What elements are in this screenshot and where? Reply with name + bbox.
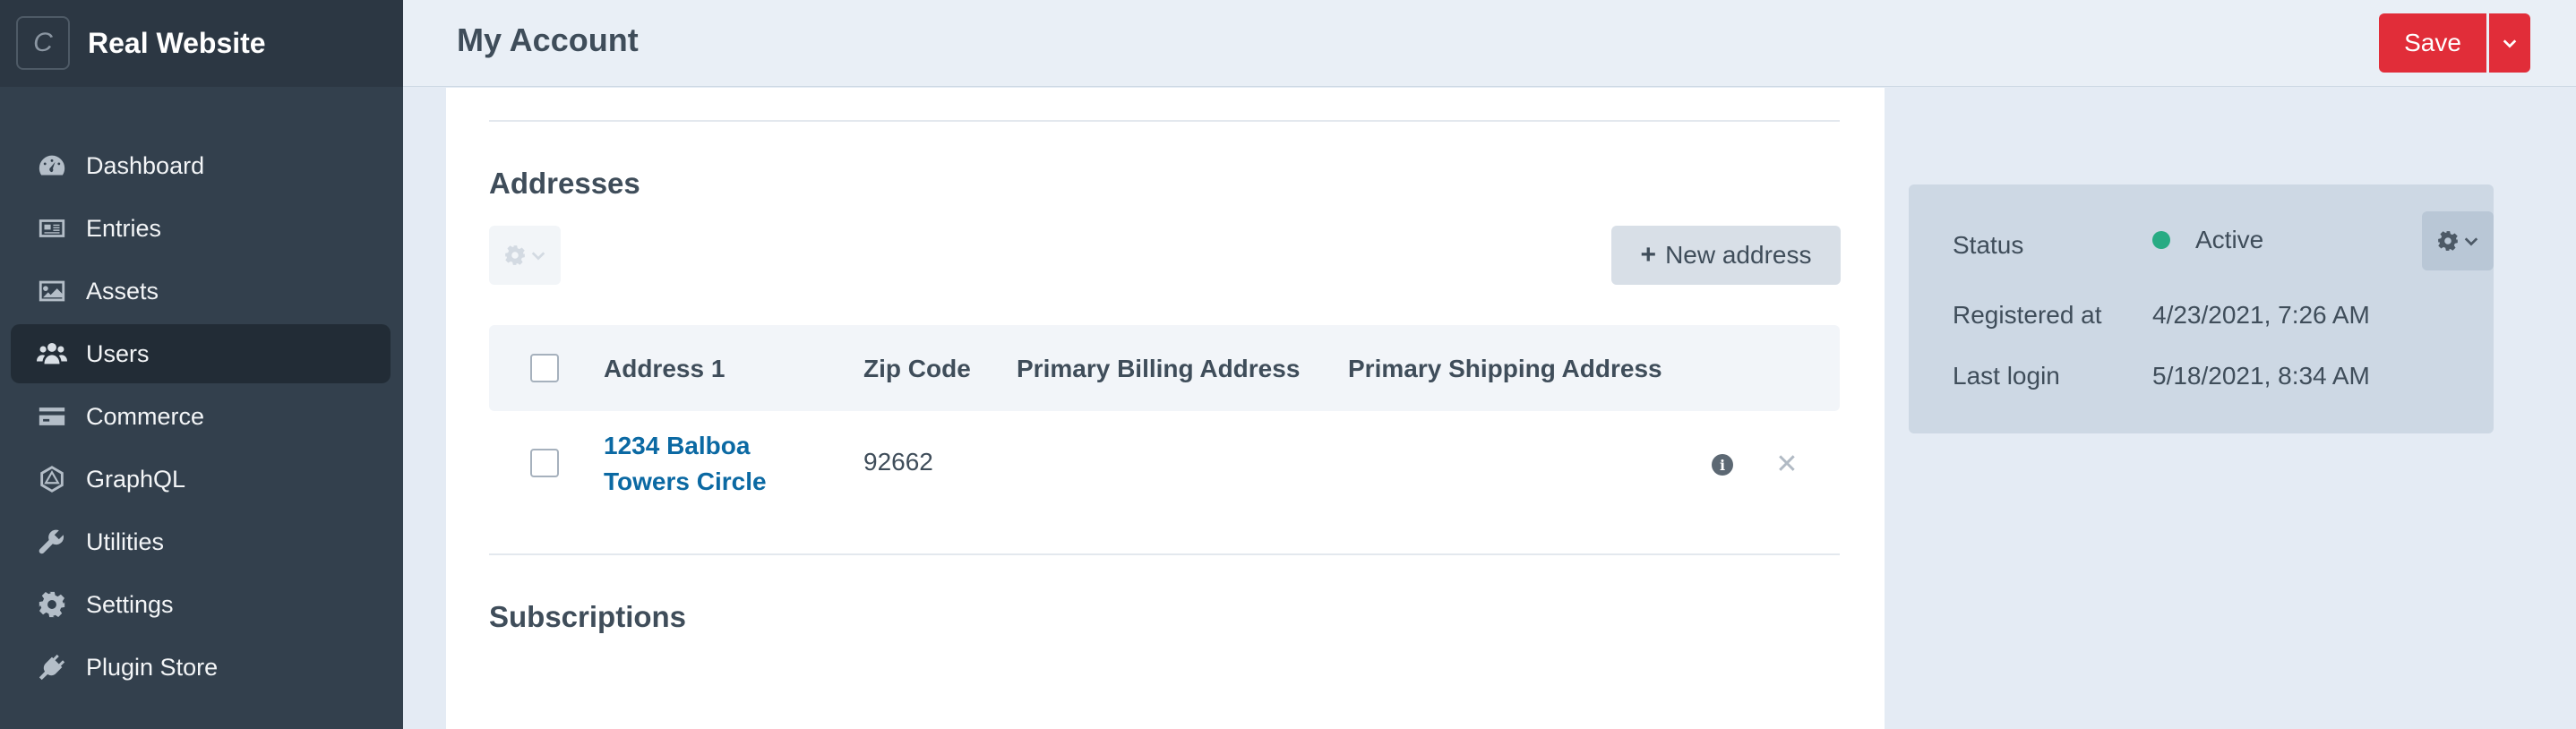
gear-icon (36, 588, 68, 621)
entries-icon (36, 212, 68, 244)
sidebar-item-label: Commerce (86, 402, 205, 430)
sidebar-item-plugin-store[interactable]: Plugin Store (11, 638, 391, 697)
sidebar: C Real Website Dashboard Entries Assets (0, 0, 403, 729)
sidebar-item-users[interactable]: Users (11, 324, 391, 383)
divider (489, 120, 1840, 122)
subscriptions-title: Subscriptions (489, 600, 687, 633)
site-header: C Real Website (0, 0, 403, 87)
new-address-button[interactable]: + New address (1611, 226, 1841, 285)
status-badge: Active (2195, 226, 2264, 253)
address-link[interactable]: 1234 Balboa Towers Circle (604, 428, 810, 500)
chevron-down-icon (2464, 237, 2478, 246)
sidebar-item-utilities[interactable]: Utilities (11, 512, 391, 571)
column-header-primary-shipping[interactable]: Primary Shipping Address (1348, 355, 1662, 383)
last-login-value: 5/18/2021, 8:34 AM (2152, 362, 2370, 390)
chevron-down-icon (531, 252, 545, 261)
sidebar-item-commerce[interactable]: Commerce (11, 387, 391, 446)
last-login-label: Last login (1953, 362, 2060, 390)
status-indicator (2152, 231, 2170, 249)
site-logo[interactable]: C (16, 16, 70, 70)
column-header-zip-code[interactable]: Zip Code (863, 355, 971, 383)
chevron-down-icon (2503, 39, 2517, 48)
sidebar-item-label: Users (86, 339, 150, 367)
main-content: Addresses + New address Address 1 Zip Co… (446, 88, 1885, 729)
table-header: Address 1 Zip Code Primary Billing Addre… (489, 325, 1840, 411)
sidebar-item-label: Dashboard (86, 151, 205, 179)
sidebar-item-assets[interactable]: Assets (11, 262, 391, 321)
site-name[interactable]: Real Website (88, 27, 266, 60)
row-checkbox[interactable] (530, 449, 559, 477)
column-header-address-1[interactable]: Address 1 (604, 355, 725, 383)
gear-icon (2438, 231, 2458, 251)
save-options-button[interactable] (2489, 13, 2530, 73)
gear-icon (505, 245, 525, 265)
sidebar-item-settings[interactable]: Settings (11, 575, 391, 634)
save-button[interactable]: Save (2379, 13, 2486, 73)
commerce-icon (36, 400, 68, 433)
bulk-actions-button[interactable] (489, 226, 561, 285)
sidebar-item-graphql[interactable]: GraphQL (11, 450, 391, 509)
sidebar-item-label: Assets (86, 277, 159, 304)
graphql-icon (36, 463, 68, 495)
wrench-icon (36, 526, 68, 558)
page-header: My Account Save (403, 0, 2576, 87)
status-label: Status (1953, 231, 2024, 259)
new-address-label: New address (1665, 241, 1812, 269)
page-title: My Account (457, 21, 639, 58)
users-icon (36, 338, 68, 370)
sidebar-item-label: Utilities (86, 527, 165, 555)
select-all-checkbox[interactable] (530, 354, 559, 382)
account-meta-panel: Status Active Registered at 4/23/2021, 7… (1909, 184, 2494, 433)
sidebar-item-entries[interactable]: Entries (11, 199, 391, 258)
registered-label: Registered at (1953, 301, 2102, 329)
plug-icon (36, 651, 68, 683)
sidebar-item-label: Settings (86, 590, 174, 618)
zip-code-cell: 92662 (863, 448, 933, 476)
assets-icon (36, 275, 68, 307)
sidebar-item-label: Plugin Store (86, 653, 219, 681)
plus-icon: + (1640, 240, 1657, 270)
addresses-title: Addresses (489, 167, 640, 200)
sidebar-item-label: GraphQL (86, 465, 186, 493)
sidebar-item-dashboard[interactable]: Dashboard (11, 136, 391, 195)
remove-icon[interactable]: ✕ (1775, 450, 1799, 479)
registered-value: 4/23/2021, 7:26 AM (2152, 301, 2370, 329)
sidebar-item-label: Entries (86, 214, 162, 242)
divider (489, 553, 1840, 555)
dashboard-icon (36, 150, 68, 182)
column-header-primary-billing[interactable]: Primary Billing Address (1017, 355, 1300, 383)
info-icon[interactable]: i (1712, 454, 1733, 476)
account-actions-button[interactable] (2422, 211, 2494, 270)
